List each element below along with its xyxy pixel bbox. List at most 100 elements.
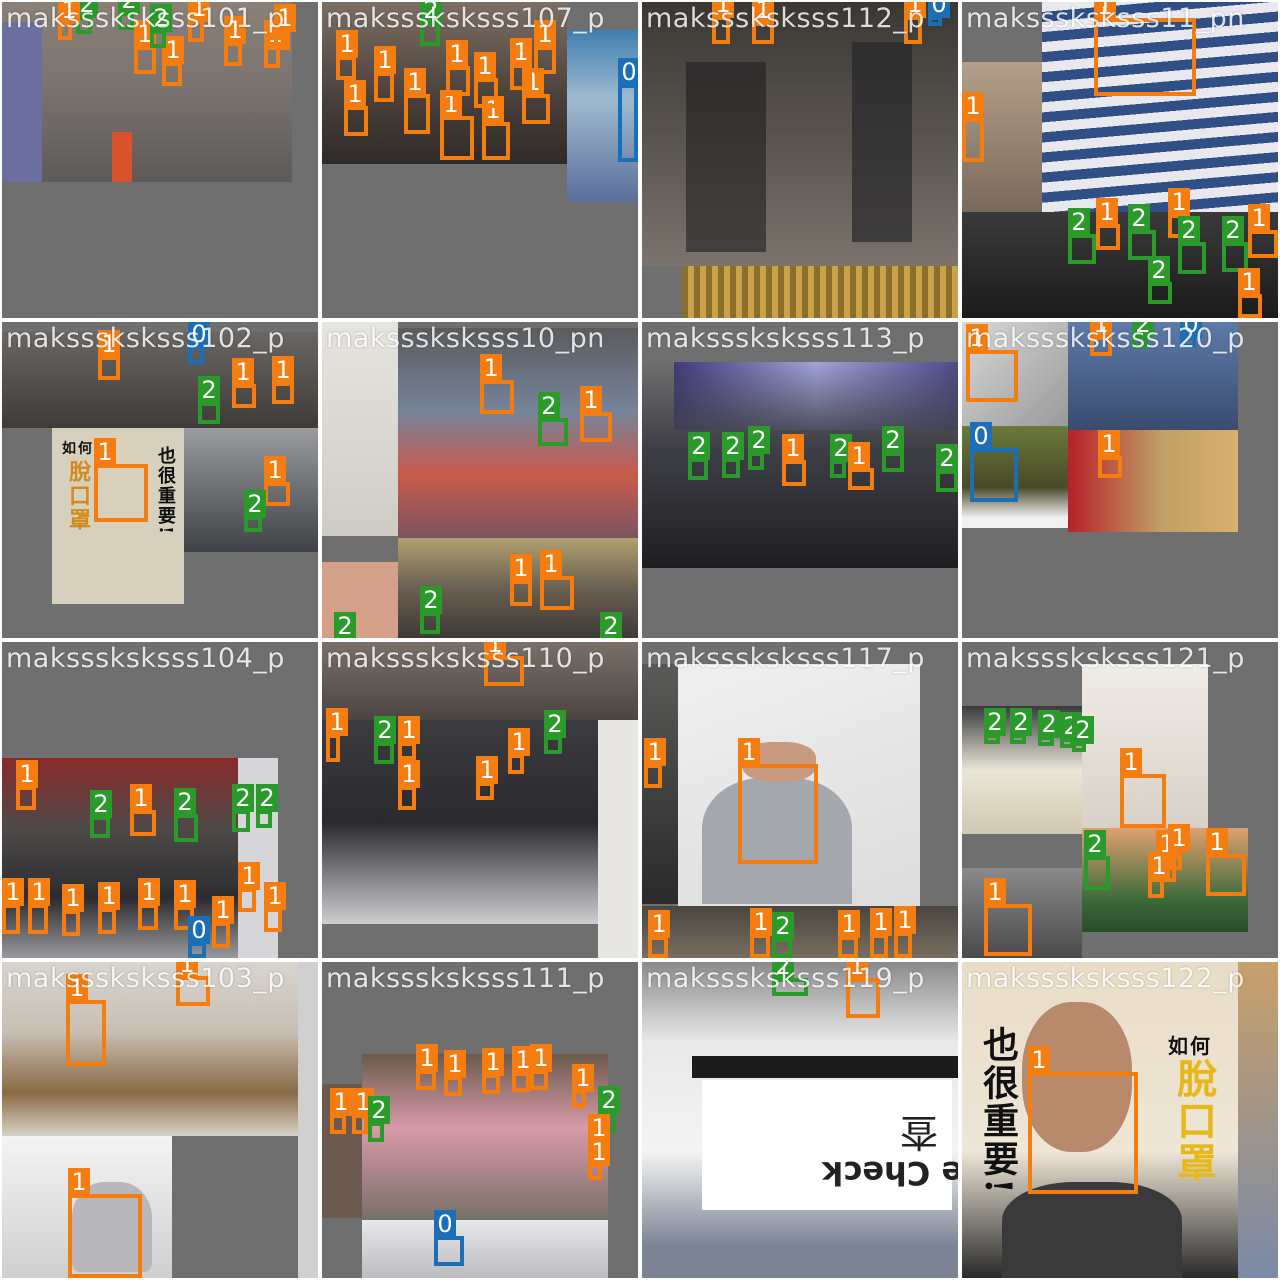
bbox-mask: 1	[1238, 268, 1262, 318]
bbox-label: 1	[404, 68, 426, 96]
bbox-mask: 1	[404, 68, 430, 134]
photo-region	[852, 42, 912, 242]
bbox-label: 1	[398, 760, 420, 788]
photo	[298, 962, 318, 1278]
poster-heading: 如何	[1168, 1034, 1212, 1058]
bbox-mask: 2	[90, 790, 112, 838]
bbox-label: 1	[1206, 828, 1228, 856]
bbox-label: 1	[416, 1044, 438, 1072]
bbox-label: 1	[176, 962, 198, 978]
bbox-mask: 2	[118, 2, 140, 30]
bbox-label: 1	[1096, 198, 1118, 226]
bbox-label: 1	[1248, 204, 1270, 232]
bbox-label: 1	[534, 20, 556, 48]
bbox-label: 1	[272, 356, 294, 384]
bbox-mask: 1	[530, 1044, 552, 1090]
bbox-label: 2	[374, 716, 396, 744]
mosaic-grid: 1 1 1 1 1 1 2 2 2 1 maksssksksss101_p 1 …	[0, 0, 1280, 1280]
bbox-mask: 2	[1072, 716, 1094, 752]
bbox-mask: 1	[644, 738, 666, 788]
photo	[1068, 430, 1238, 532]
bbox-label: 2	[544, 710, 566, 738]
bbox-label: 1	[62, 884, 84, 912]
tile: 1 0 1 1 2 0 maksssksksss120_p	[962, 322, 1278, 638]
bbox-label: 2	[174, 788, 196, 816]
photo-region	[686, 62, 766, 252]
bbox-mask: 1	[446, 40, 470, 96]
bbox-mask: 1	[264, 456, 290, 506]
bbox-label: 2	[90, 790, 112, 818]
bbox-label: 1	[1098, 430, 1120, 458]
bbox-mask: 1	[894, 906, 916, 958]
bbox-mask: 1	[130, 784, 156, 836]
bbox-mask: 1	[162, 36, 184, 86]
photo	[362, 1220, 608, 1278]
poster-title: 脫口罩	[65, 460, 91, 532]
bbox-label: 1	[484, 642, 506, 658]
bbox-label: 1	[130, 784, 152, 812]
bbox-mask: 2	[174, 788, 198, 842]
bbox-mask: 1	[904, 2, 926, 44]
bbox-label: 2	[368, 1096, 390, 1124]
bbox-mask: 2	[830, 434, 852, 478]
bbox-label: 1	[540, 550, 562, 578]
bbox-mask: 2	[1178, 216, 1206, 274]
bbox-label: 1	[264, 456, 286, 484]
bbox-label: 0	[970, 422, 992, 450]
bbox-mask: 2	[232, 784, 254, 832]
bbox-label: 1	[510, 38, 532, 66]
bbox-label: 2	[420, 2, 442, 24]
check-sign-text: e Check	[822, 1154, 958, 1192]
bbox-label: 1	[846, 962, 868, 980]
photo	[322, 642, 638, 722]
bbox-label: 2	[1072, 716, 1094, 744]
bbox-mask: 1	[1206, 828, 1246, 896]
bbox-label: 1	[580, 386, 602, 414]
bbox-label: 1	[962, 92, 984, 120]
poster-title: 脫口罩	[1170, 1058, 1217, 1184]
bbox-mask: 1	[62, 884, 84, 936]
tile: 2 2 2 2 2 1 2 1 1 1 1 1 maksssksksss121_…	[962, 642, 1278, 958]
photo	[2, 962, 298, 1136]
bbox-label: 1	[838, 910, 860, 938]
bbox-mask: 1	[588, 1138, 610, 1180]
bbox-label: 2	[1010, 708, 1032, 736]
bbox-label: 1	[446, 40, 468, 68]
poster-subtitle: 也很重要!	[977, 1026, 1019, 1196]
bbox-mask: 1	[344, 80, 368, 136]
tile: 1 1 1 1 1 1 2 2 2 1 maksssksksss101_p	[2, 2, 318, 318]
bbox-label: 1	[2, 878, 24, 906]
bbox-label: 1	[984, 878, 1006, 906]
bbox-mask: 1	[476, 756, 498, 800]
bbox-mask: 1	[580, 386, 612, 442]
bbox-label: 1	[588, 1138, 610, 1166]
bbox-label: 0	[928, 2, 950, 18]
poster-heading: 如何	[62, 441, 94, 457]
bbox-label: 1	[904, 2, 926, 18]
bbox-label: 1	[398, 716, 420, 744]
bbox-label: 1	[1090, 322, 1112, 338]
bbox-mask: 2	[544, 710, 566, 754]
bbox-mask: 1	[138, 878, 160, 930]
bbox-mask: 1	[510, 38, 532, 90]
bbox-mask: 0	[188, 322, 210, 364]
bbox-label: 0	[618, 58, 638, 86]
bbox-label: 1	[326, 708, 348, 736]
tile: 1 1 1 1 2 1 1 1 maksssksksss117_p	[642, 642, 958, 958]
bbox-mask: 1	[846, 962, 880, 1018]
tile: 1 1 1 maksssksksss103_p	[2, 962, 318, 1278]
bbox-mask: 1	[1090, 322, 1112, 356]
bbox-mask: 1	[484, 642, 524, 686]
tile: 2 2 2 1 2 1 2 2 maksssksksss113_p	[642, 322, 958, 638]
photo	[682, 266, 958, 318]
tile: 1 2 1 1 1 2 2 2 maksssksksss10_pn	[322, 322, 638, 638]
bbox-mask: 1	[738, 738, 818, 864]
bbox-label: 2	[256, 784, 278, 812]
tile-filename: maksssksksss111_p	[326, 963, 605, 994]
bbox-mask: 1	[966, 324, 1018, 402]
bbox-mask: 1	[98, 330, 120, 380]
bbox-label: 1	[58, 2, 80, 24]
bbox-label: 1	[330, 1088, 352, 1116]
bbox-mask: 1	[264, 882, 286, 932]
bbox-mask: 1	[482, 96, 510, 160]
